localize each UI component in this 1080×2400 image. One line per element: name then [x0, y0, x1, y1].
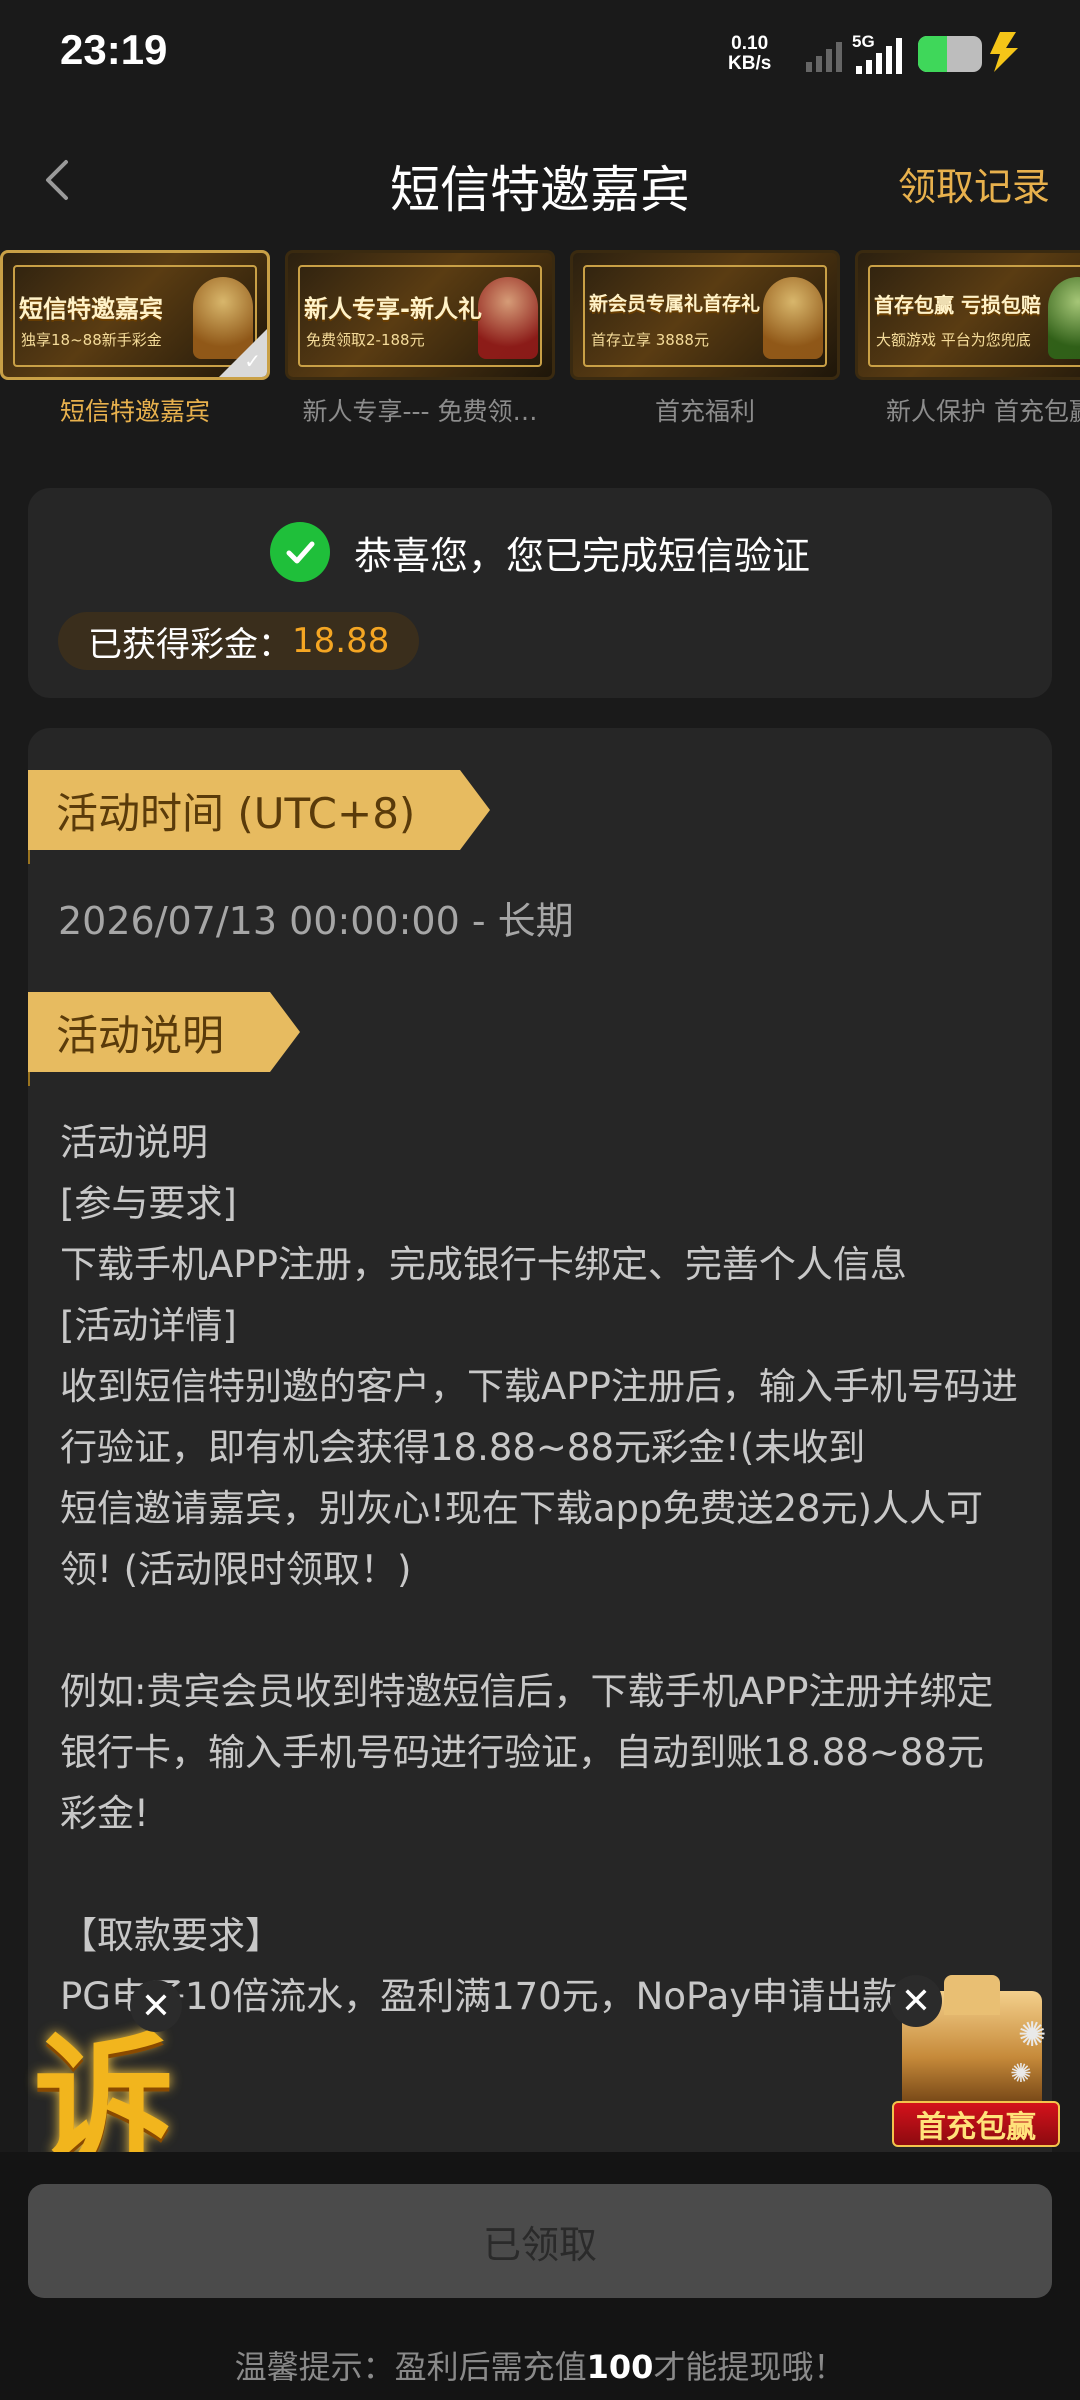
ribbon-fold	[28, 1072, 30, 1086]
banner-title: 首存包赢 亏损包赔	[874, 293, 1041, 317]
close-icon[interactable]: ✕	[890, 1975, 942, 2027]
signal-sim2-icon	[856, 38, 902, 74]
signal-sim1-icon	[806, 42, 842, 72]
firework-icon: ✺	[1018, 2015, 1047, 2055]
tab-banner-image: 首存包赢 亏损包赔 大额游戏 平台为您兜底	[855, 250, 1080, 380]
desc-line: 短信邀请嘉宾，别灰心!现在下载app免费送28元)人人可领! (活动限时领取！)	[60, 1487, 983, 1591]
complaint-float-widget[interactable]: 诉 ✕	[26, 1978, 186, 2183]
desc-line: 活动说明	[60, 1121, 208, 1164]
tip-number: 100	[586, 2348, 654, 2386]
desc-line: [活动详情]	[60, 1304, 237, 1347]
claim-records-link[interactable]: 领取记录	[898, 156, 1050, 211]
tip-suffix: 才能提现哦！	[653, 2348, 846, 2386]
verification-status: 恭喜您，您已完成短信验证	[28, 522, 1052, 582]
first-deposit-banner: 首充包赢	[892, 2101, 1060, 2147]
firework-icon: ✺	[1010, 2059, 1032, 2089]
bonus-value: 18.88	[292, 621, 390, 661]
claimed-button[interactable]: 已领取	[28, 2184, 1052, 2298]
bonus-earned-badge: 已获得彩金： 18.88	[58, 612, 420, 670]
battery-fill	[918, 36, 947, 72]
desc-line: 收到短信特别邀的客户，下载APP注册后，输入手机号码进行验证，即有机会获得18.…	[60, 1365, 1018, 1469]
banner-title: 新人专享-新人礼	[304, 295, 482, 323]
tab-banner-image: 短信特邀嘉宾 独享18~88新手彩金 ✓	[0, 250, 270, 380]
status-time: 23:19	[60, 26, 168, 73]
tab-label: 短信特邀嘉宾	[59, 397, 210, 426]
desc-line: PG电子10倍流水，盈利满170元，NoPay申请出款	[60, 1975, 900, 2018]
desc-line: [参与要求]	[60, 1182, 237, 1225]
activity-desc-heading: 活动说明	[28, 992, 300, 1072]
tab-banner-image: 新会员专属礼首存礼 首存立享 3888元	[570, 250, 840, 380]
first-deposit-float-widget[interactable]: ✺ ✺ 首充包赢 ✕	[890, 1975, 1066, 2150]
casino-tower-image	[944, 1975, 1000, 2015]
tip-prefix: 温馨提示：盈利后需充值	[234, 2348, 587, 2386]
banner-subtitle: 大额游戏 平台为您兜底	[876, 331, 1031, 349]
banner-subtitle: 免费领取2-188元	[306, 331, 425, 349]
tab-label: 首充福利	[654, 397, 755, 426]
activity-description: 活动说明 [参与要求] 下载手机APP注册，完成银行卡绑定、完善个人信息 [活动…	[60, 1112, 1020, 2027]
bonus-label: 已获得彩金：	[88, 624, 292, 665]
success-check-icon	[269, 522, 330, 582]
tab-first-deposit[interactable]: 新会员专属礼首存礼 首存立享 3888元 首充福利	[570, 250, 840, 428]
activity-time-range: 2026/07/13 00:00:00 - 长期	[58, 899, 574, 943]
app-header: 短信特邀嘉宾 领取记录	[0, 130, 1080, 230]
desc-spacer	[60, 1844, 1020, 1905]
tab-new-protection[interactable]: 首存包赢 亏损包赔 大额游戏 平台为您兜底 新人保护 首充包赢	[855, 250, 1080, 428]
desc-spacer	[60, 1600, 1020, 1661]
ribbon-fold	[28, 850, 30, 864]
desc-line: 下载手机APP注册，完成银行卡绑定、完善个人信息	[60, 1243, 907, 1286]
withdraw-tip: 温馨提示：盈利后需充值100才能提现哦！	[0, 2342, 1080, 2388]
bottom-action-bar: 已领取 温馨提示：盈利后需充值100才能提现哦！	[0, 2152, 1080, 2400]
battery-icon	[918, 36, 982, 72]
banner-subtitle: 首存立享 3888元	[591, 331, 709, 349]
charging-bolt-icon	[990, 32, 1018, 72]
banner-title: 短信特邀嘉宾	[19, 295, 163, 323]
desc-line: 【取款要求】	[60, 1914, 282, 1957]
network-speed: 0.10 KB/s	[728, 34, 771, 74]
checkmark-icon: ✓	[244, 349, 261, 373]
tab-banner-image: 新人专享-新人礼 免费领取2-188元	[285, 250, 555, 380]
banner-subtitle: 独享18~88新手彩金	[21, 331, 162, 349]
banner-title: 新会员专属礼首存礼	[589, 293, 761, 315]
tab-sms-vip[interactable]: 短信特邀嘉宾 独享18~88新手彩金 ✓ 短信特邀嘉宾	[0, 250, 270, 428]
tab-label: 新人专享--- 免费领…	[302, 397, 538, 426]
verification-message: 恭喜您，您已完成短信验证	[353, 533, 810, 578]
close-icon[interactable]: ✕	[130, 1980, 182, 2032]
tab-new-member[interactable]: 新人专享-新人礼 免费领取2-188元 新人专享--- 免费领…	[285, 250, 555, 428]
network-speed-unit: KB/s	[728, 53, 772, 74]
desc-line: 例如:贵宾会员收到特邀短信后，下载手机APP注册并绑定银行卡，输入手机号码进行验…	[60, 1670, 994, 1835]
network-speed-value: 0.10	[731, 33, 769, 54]
promo-tabs: 短信特邀嘉宾 独享18~88新手彩金 ✓ 短信特邀嘉宾 新人专享-新人礼 免费领…	[0, 250, 1080, 440]
status-bar: 23:19 0.10 KB/s 5G	[0, 0, 1080, 110]
verification-card: 恭喜您，您已完成短信验证 已获得彩金： 18.88	[28, 488, 1052, 698]
activity-time-heading: 活动时间 (UTC+8)	[28, 770, 490, 850]
tab-label: 新人保护 首充包赢	[886, 397, 1080, 426]
